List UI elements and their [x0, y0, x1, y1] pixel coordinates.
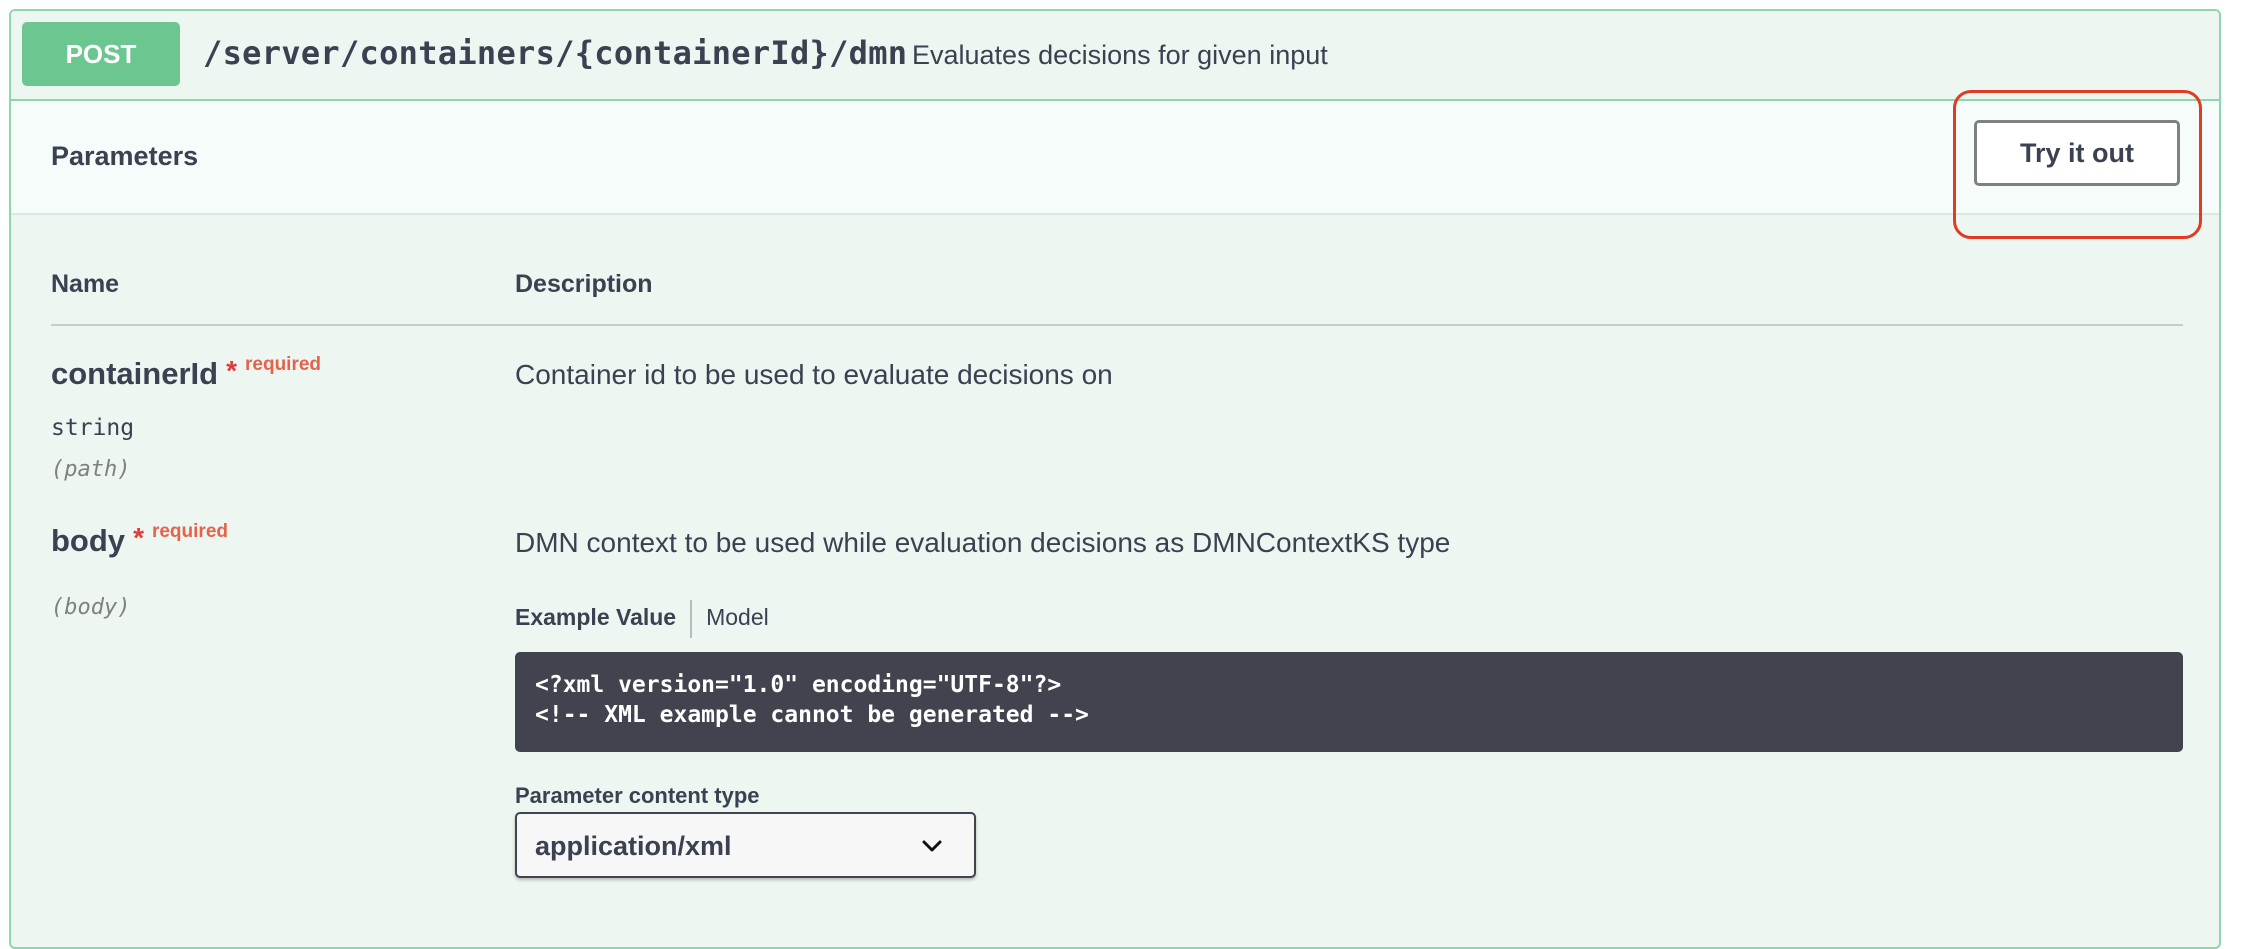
param-description: DMN context to be used while evaluation …	[515, 527, 1451, 558]
code-line: <!-- XML example cannot be generated -->	[535, 702, 1089, 728]
param-name-text: containerId	[51, 356, 219, 391]
param-name-body: body * required	[51, 521, 228, 559]
content-type-value: application/xml	[535, 831, 732, 861]
example-tabs: Example Value Model	[515, 595, 783, 639]
http-method-badge: POST	[22, 22, 180, 86]
header-divider	[51, 324, 2183, 326]
parameters-title: Parameters	[51, 141, 199, 171]
required-star: *	[226, 355, 237, 386]
code-line: <?xml version="1.0" encoding="UTF-8"?>	[535, 672, 1062, 698]
operation-summary-text: Evaluates decisions for given input	[912, 40, 1328, 70]
operation-block: POST /server/containers/{containerId}/dm…	[9, 9, 2221, 949]
column-header-name: Name	[51, 270, 120, 298]
column-header-description: Description	[515, 270, 653, 298]
param-name-containerid: containerId * required	[51, 354, 321, 392]
chevron-down-icon	[922, 840, 942, 852]
required-star: *	[133, 522, 144, 553]
parameters-header: Parameters Try it out	[11, 90, 2219, 239]
content-type-label: Parameter content type	[515, 783, 760, 808]
endpoint-path: /server/containers/{containerId}/dmn	[203, 34, 908, 72]
tab-example-value[interactable]: Example Value	[515, 595, 690, 639]
param-location: (path)	[51, 457, 131, 482]
param-location: (body)	[51, 595, 131, 620]
try-it-out-button[interactable]: Try it out	[1974, 120, 2180, 186]
example-code-block: <?xml version="1.0" encoding="UTF-8"?> <!…	[515, 652, 2183, 752]
tab-model[interactable]: Model	[706, 595, 783, 639]
param-name-text: body	[51, 523, 126, 558]
required-label: required	[245, 354, 322, 375]
param-type: string	[51, 415, 135, 441]
tab-divider	[690, 599, 693, 638]
param-description: Container id to be used to evaluate deci…	[515, 359, 1113, 390]
required-label: required	[151, 521, 228, 542]
content-type-select[interactable]: application/xml	[515, 812, 976, 878]
operation-summary[interactable]: POST /server/containers/{containerId}/dm…	[11, 11, 2219, 101]
